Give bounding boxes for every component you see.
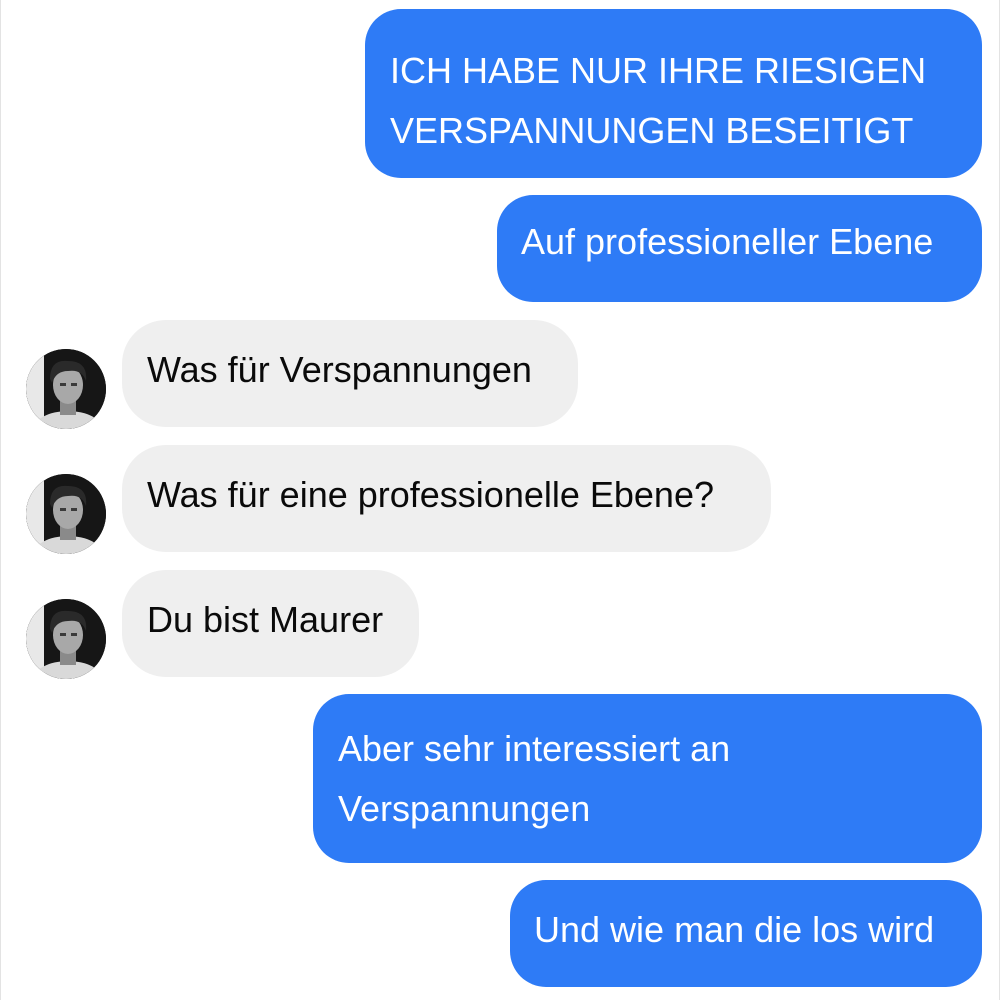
- outgoing-message-bubble[interactable]: Auf professioneller Ebene: [497, 195, 982, 302]
- outgoing-message-bubble[interactable]: ICH HABE NUR IHRE RIESIGEN VERSPANNUNGEN…: [365, 9, 982, 178]
- contact-avatar-icon: [26, 599, 106, 679]
- message-text-line: Und wie man die los wird: [534, 909, 935, 950]
- incoming-message-bubble[interactable]: Was für eine professionelle Ebene?: [122, 445, 771, 552]
- chat-frame: ICH HABE NUR IHRE RIESIGEN VERSPANNUNGEN…: [0, 0, 1000, 1000]
- contact-avatar-icon: [26, 349, 106, 429]
- contact-avatar[interactable]: [26, 349, 106, 429]
- message-text-line: Du bist Maurer: [147, 599, 384, 640]
- outgoing-message-bubble[interactable]: Aber sehr interessiert an Verspannungen: [313, 694, 982, 863]
- contact-avatar[interactable]: [26, 474, 106, 554]
- message-text-line: Aber sehr interessiert an: [338, 728, 731, 769]
- message-text-line: Was für Verspannungen: [147, 349, 532, 390]
- contact-avatar[interactable]: [26, 599, 106, 679]
- message-text-line: Verspannungen: [338, 788, 591, 829]
- contact-avatar-icon: [26, 474, 106, 554]
- message-text-line: Was für eine professionelle Ebene?: [147, 474, 714, 515]
- incoming-message-bubble[interactable]: Was für Verspannungen: [122, 320, 578, 427]
- message-text-line: VERSPANNUNGEN BESEITIGT: [390, 110, 914, 151]
- outgoing-message-bubble[interactable]: Und wie man die los wird: [510, 880, 982, 987]
- message-text-line: ICH HABE NUR IHRE RIESIGEN: [390, 50, 927, 91]
- message-text-line: Auf professioneller Ebene: [521, 221, 934, 262]
- incoming-message-bubble[interactable]: Du bist Maurer: [122, 570, 419, 677]
